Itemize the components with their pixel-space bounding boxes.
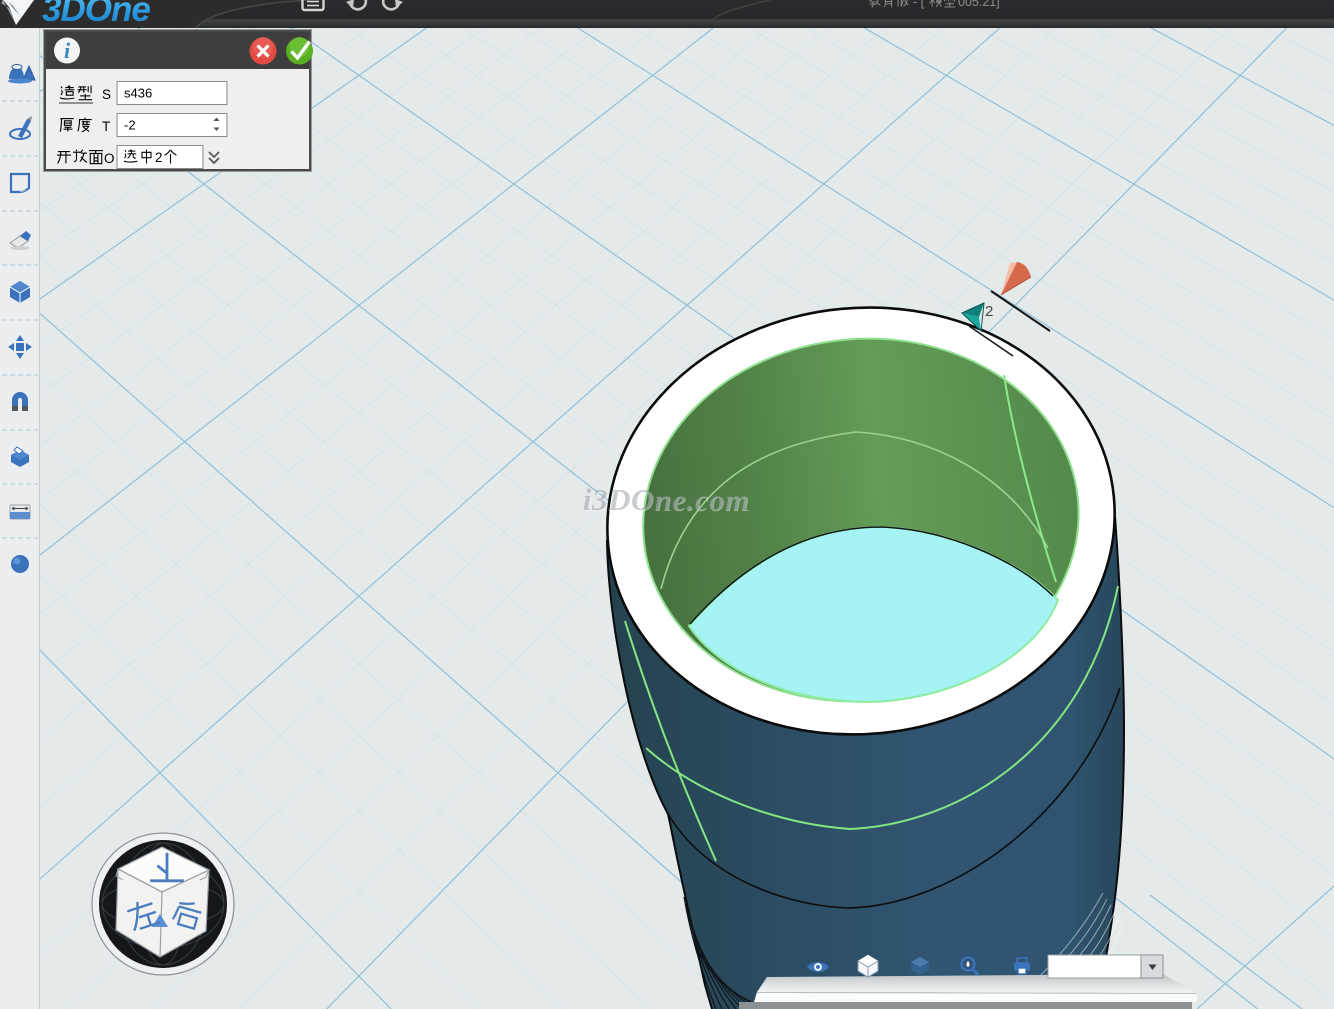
svg-text:O: O [104, 151, 115, 166]
svg-text:s436: s436 [124, 86, 152, 101]
svg-text:-2: -2 [124, 118, 136, 133]
svg-text:T: T [102, 119, 110, 134]
svg-text:- [: - [ [913, 0, 925, 9]
svg-text:3DOne: 3DOne [42, 0, 150, 29]
svg-text:005.21]: 005.21] [958, 0, 1000, 9]
svg-text:2: 2 [155, 150, 163, 165]
svg-text:i: i [64, 38, 71, 63]
svg-text:S: S [102, 87, 111, 102]
